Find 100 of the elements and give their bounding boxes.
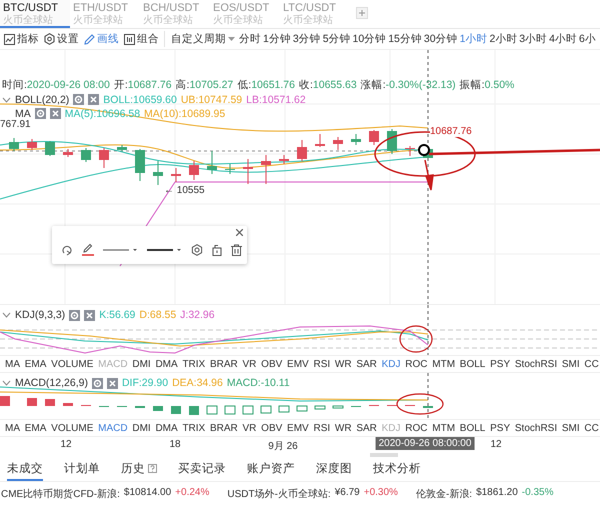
indicator-tab[interactable]: DMI xyxy=(132,422,151,434)
period-tab[interactable]: 1小时 xyxy=(460,32,488,46)
period-tab[interactable]: 30分钟 xyxy=(424,32,458,46)
close-icon[interactable] xyxy=(106,378,118,388)
indicator-tab[interactable]: MA xyxy=(5,422,20,434)
indicator-tab[interactable]: ROC xyxy=(405,422,428,434)
close-icon[interactable] xyxy=(84,310,96,320)
settings-icon[interactable] xyxy=(34,108,46,119)
annotation-ellipse[interactable] xyxy=(396,393,444,415)
period-tab[interactable]: 4小时 xyxy=(549,32,577,46)
settings-icon[interactable] xyxy=(92,378,103,388)
indicator-tab[interactable]: SAR xyxy=(356,422,377,434)
indicator-tab[interactable]: DMI xyxy=(132,358,151,370)
indicator-tab[interactable]: WR xyxy=(334,422,352,434)
indicator-tab[interactable]: VOLUME xyxy=(51,358,94,370)
indicator-tab[interactable]: WR xyxy=(334,358,352,370)
indicator-tab[interactable]: PSY xyxy=(490,358,510,370)
indicator-tab[interactable]: CC xyxy=(584,422,599,434)
indicator-tab[interactable]: EMV xyxy=(287,422,309,434)
ticker-price: $1861.20 xyxy=(476,487,518,500)
indicator-tab[interactable]: BOLL xyxy=(460,358,486,370)
pair-tab[interactable]: BTC/USDT 火币全球站 xyxy=(0,0,70,28)
indicator-tab[interactable]: TRIX xyxy=(182,358,206,370)
close-icon[interactable] xyxy=(50,108,61,119)
period-tab[interactable]: 1分钟 xyxy=(263,32,291,46)
indicator-tab[interactable]: KDJ xyxy=(382,358,401,370)
add-icon[interactable] xyxy=(356,7,368,19)
annotation-ellipse[interactable] xyxy=(399,325,433,353)
close-icon[interactable] xyxy=(88,94,100,105)
indicator-tab[interactable]: OBV xyxy=(261,422,282,434)
indicator-tab[interactable]: CC xyxy=(584,358,599,370)
scroll-handle[interactable] xyxy=(370,453,398,457)
period-tab[interactable]: 分时 xyxy=(239,32,261,46)
settings-icon[interactable] xyxy=(69,310,80,320)
chevron-icon[interactable] xyxy=(2,380,11,386)
pencil-icon[interactable] xyxy=(82,243,94,256)
close-icon[interactable] xyxy=(236,229,243,236)
indicator-tab[interactable]: MTM xyxy=(432,422,456,434)
indicator-tab[interactable]: DMA xyxy=(155,422,178,434)
settings-icon[interactable] xyxy=(73,94,84,105)
indicator-tab[interactable]: TRIX xyxy=(182,422,206,434)
indicator-tab[interactable]: MACD xyxy=(98,422,128,434)
settings-icon[interactable] xyxy=(191,244,203,256)
indicator-tab[interactable]: SMI xyxy=(562,422,580,434)
indicator-tab[interactable]: DMA xyxy=(155,358,178,370)
indicator-tab[interactable]: EMV xyxy=(287,358,309,370)
bottom-tab[interactable]: 计划单 xyxy=(64,457,100,481)
horizontal-price-line[interactable] xyxy=(428,148,600,156)
indicator-tab[interactable]: EMA xyxy=(24,422,46,434)
indicator-tab[interactable]: EMA xyxy=(24,358,46,370)
indicator-tab[interactable]: MA xyxy=(5,358,20,370)
period-tab[interactable]: 3小时 xyxy=(519,32,548,46)
annotation-arrow[interactable] xyxy=(424,159,434,191)
indicator-tab[interactable]: StochRSI xyxy=(514,358,558,370)
toolbar-button[interactable]: 设置 xyxy=(44,32,79,46)
chevron-icon[interactable] xyxy=(2,312,11,318)
indicator-tab[interactable]: RSI xyxy=(313,422,330,434)
bottom-tab[interactable]: 技术分析 xyxy=(373,457,421,481)
ticker-price: ¥6.79 xyxy=(334,487,360,500)
period-tab[interactable]: 2小时 xyxy=(489,32,518,46)
indicator-tab[interactable]: SMI xyxy=(562,358,580,370)
toolbar-button[interactable]: 组合 xyxy=(124,32,159,46)
indicator-tab[interactable]: PSY xyxy=(490,422,510,434)
undo-icon[interactable] xyxy=(61,244,73,256)
period-tab[interactable]: 6小 xyxy=(578,32,596,46)
period-tab[interactable]: 3分钟 xyxy=(292,32,321,46)
anchor-handle[interactable] xyxy=(418,144,430,156)
bottom-tab[interactable]: 历史 xyxy=(121,457,157,481)
indicator-tab[interactable]: BOLL xyxy=(460,422,486,434)
toolbar-button[interactable]: 画线 xyxy=(84,32,119,46)
lock-icon[interactable] xyxy=(212,244,222,256)
indicator-tab[interactable]: MTM xyxy=(432,358,456,370)
indicator-tab[interactable]: ROC xyxy=(405,358,428,370)
candle xyxy=(225,164,235,174)
help-icon[interactable] xyxy=(148,464,157,472)
bottom-tab[interactable]: 账户资产 xyxy=(247,457,295,481)
indicator-tab[interactable]: BRAR xyxy=(210,358,238,370)
indicator-tab[interactable]: BRAR xyxy=(210,422,238,434)
indicator-tab[interactable]: StochRSI xyxy=(514,422,558,434)
indicator-tab[interactable]: OBV xyxy=(261,358,282,370)
indicator-tab[interactable]: SAR xyxy=(356,358,377,370)
trash-icon[interactable] xyxy=(231,244,242,256)
indicator-tab[interactable]: VR xyxy=(242,422,256,434)
line-width-dropdown[interactable] xyxy=(147,246,182,252)
indicator-name: MA xyxy=(15,108,31,120)
line-style-dropdown[interactable] xyxy=(103,246,138,252)
period-tab[interactable]: 15分钟 xyxy=(388,32,422,46)
bottom-tab[interactable]: 未成交 xyxy=(7,457,43,481)
period-dropdown[interactable]: 自定义周期 xyxy=(171,32,235,46)
indicator-tab[interactable]: RSI xyxy=(313,358,330,370)
indicator-tab[interactable]: VOLUME xyxy=(51,422,94,434)
indicator-tab[interactable]: VR xyxy=(242,358,256,370)
bottom-tab[interactable]: 深度图 xyxy=(316,457,352,481)
period-tab[interactable]: 5分钟 xyxy=(322,32,351,46)
chevron-icon[interactable] xyxy=(2,96,11,102)
bottom-tab[interactable]: 买卖记录 xyxy=(178,457,226,481)
indicator-value: LB:10571.62 xyxy=(246,94,306,106)
toolbar-button[interactable]: 指标 xyxy=(4,32,39,46)
period-tab[interactable]: 10分钟 xyxy=(352,32,386,46)
axis-label: 12 xyxy=(60,439,72,450)
